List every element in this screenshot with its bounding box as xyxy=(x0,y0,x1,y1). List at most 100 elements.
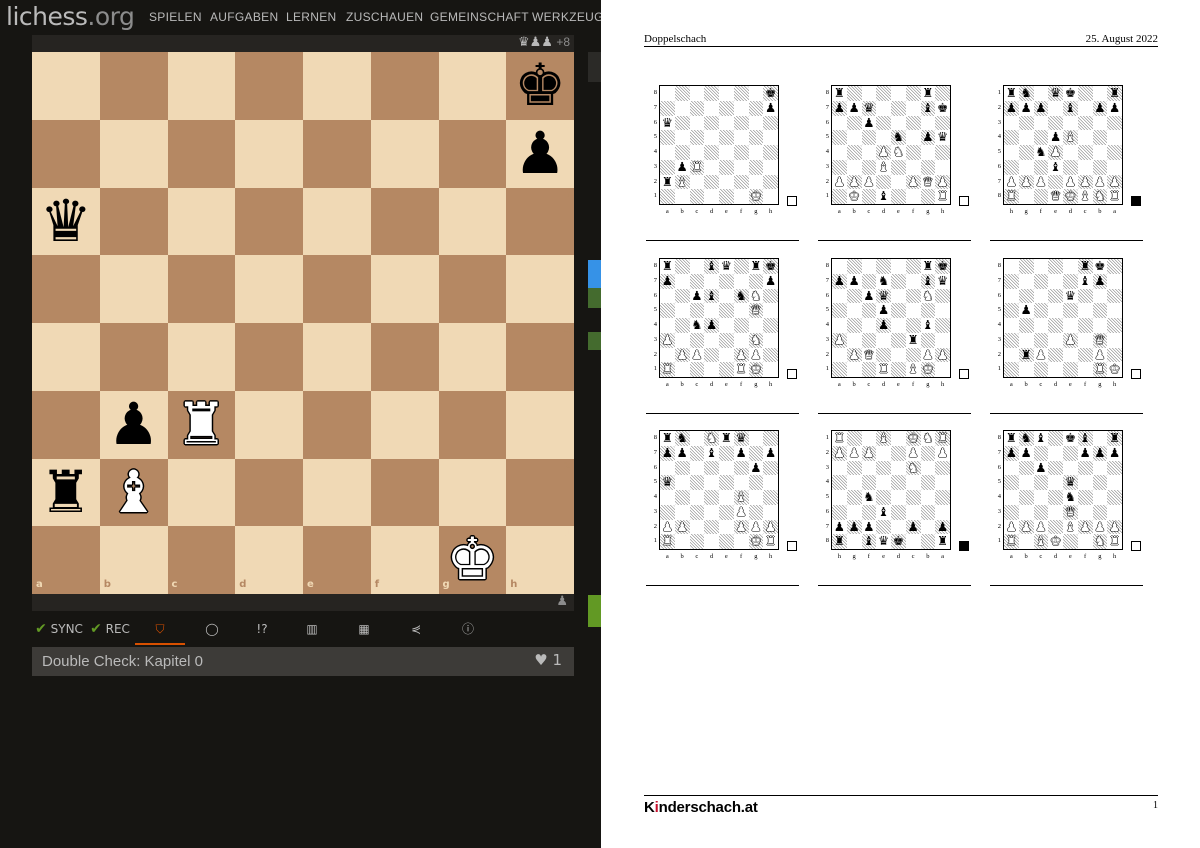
board-square[interactable] xyxy=(438,119,507,188)
black-rook-piece: ♜ xyxy=(833,533,845,549)
board-square[interactable] xyxy=(438,323,507,391)
black-queen-piece[interactable]: ♛ xyxy=(32,187,100,256)
diagram-file-label: b xyxy=(680,208,684,215)
board-square[interactable] xyxy=(99,323,168,391)
board-square[interactable] xyxy=(303,255,371,323)
board-square[interactable] xyxy=(167,255,236,323)
board-square[interactable] xyxy=(32,390,100,459)
rec-toggle[interactable]: ✔ REC xyxy=(89,615,131,645)
like-button[interactable]: ♥ 1 xyxy=(534,651,562,669)
diagram-square xyxy=(719,519,734,535)
white-king-piece[interactable]: ♚ xyxy=(439,525,507,594)
board-square[interactable] xyxy=(99,52,168,120)
analysis-tab[interactable]: ▥ xyxy=(292,615,332,645)
site-logo[interactable]: lichess.org xyxy=(6,2,135,31)
board-square[interactable] xyxy=(32,255,100,323)
diagram-square xyxy=(1107,475,1122,490)
board-square[interactable] xyxy=(99,255,168,323)
board-square[interactable] xyxy=(303,458,371,527)
board-square[interactable] xyxy=(370,458,439,527)
board-square[interactable] xyxy=(370,390,439,459)
board-square[interactable] xyxy=(32,119,100,188)
board-square[interactable] xyxy=(303,119,371,188)
board-square[interactable] xyxy=(235,52,303,120)
board-square[interactable] xyxy=(370,255,439,323)
diagram-square xyxy=(1004,303,1019,318)
diagram-file-label: b xyxy=(852,208,856,215)
comments-tab[interactable]: ◯ xyxy=(192,615,232,645)
board-square[interactable] xyxy=(303,187,371,256)
board-square[interactable] xyxy=(235,255,303,323)
board-square[interactable] xyxy=(438,187,507,256)
board-square[interactable] xyxy=(235,119,303,188)
board-square[interactable] xyxy=(370,52,439,120)
black-pawn-piece[interactable]: ♟ xyxy=(100,390,168,459)
white-bishop-piece[interactable]: ♝ xyxy=(100,458,168,527)
diagram-square xyxy=(704,519,719,535)
black-king-piece[interactable]: ♚ xyxy=(506,51,574,120)
diagram-square xyxy=(920,504,936,520)
board-square[interactable] xyxy=(370,323,439,391)
diagram-square xyxy=(861,460,877,476)
black-pawn-piece: ♟ xyxy=(833,272,845,288)
diagram-square xyxy=(1063,318,1078,333)
nav-werkzeuge[interactable]: WERKZEUGE xyxy=(532,10,601,24)
nav-zuschauen[interactable]: ZUSCHAUEN xyxy=(346,10,423,24)
diagram-square xyxy=(674,189,690,204)
board-square[interactable] xyxy=(167,458,236,527)
board-square[interactable] xyxy=(167,526,236,594)
board-square[interactable] xyxy=(235,187,303,256)
diagram-rank-label: 2 xyxy=(825,448,829,456)
board-square[interactable] xyxy=(99,119,168,188)
tags-tab[interactable]: ⛉ xyxy=(135,615,185,645)
diagram-square xyxy=(861,259,877,274)
board-square[interactable] xyxy=(167,52,236,120)
diagram-square xyxy=(1077,318,1093,333)
white-pawn-piece: ♟ xyxy=(1005,518,1017,534)
black-pawn-piece[interactable]: ♟ xyxy=(506,119,574,188)
board-square[interactable] xyxy=(303,323,371,391)
info-tab[interactable]: ⓘ xyxy=(448,615,488,645)
diagram-square xyxy=(689,273,705,289)
diagram-square xyxy=(891,174,906,190)
board-square[interactable] xyxy=(370,119,439,188)
board-square[interactable] xyxy=(32,52,100,120)
board-square[interactable] xyxy=(303,390,371,459)
diagram-square xyxy=(660,347,675,363)
nav-aufgaben[interactable]: AUFGABEN xyxy=(210,10,278,24)
board-square[interactable] xyxy=(235,390,303,459)
board-square[interactable] xyxy=(438,390,507,459)
board-square[interactable] xyxy=(370,526,439,594)
black-rook-piece[interactable]: ♜ xyxy=(32,458,100,527)
nav-lernen[interactable]: LERNEN xyxy=(286,10,336,24)
board-square[interactable] xyxy=(235,323,303,391)
share-tab[interactable]: ⋞ xyxy=(396,615,436,645)
board-square[interactable] xyxy=(167,323,236,391)
board-square[interactable] xyxy=(370,187,439,256)
board-square[interactable] xyxy=(167,187,236,256)
black-bishop-piece: ♝ xyxy=(1035,430,1047,445)
nav-spielen[interactable]: SPIELEN xyxy=(149,10,202,24)
glyphs-tab[interactable]: !? xyxy=(242,615,282,645)
diagram-square xyxy=(733,115,749,131)
black-rook-piece: ♜ xyxy=(661,258,673,273)
board-square[interactable] xyxy=(167,119,236,188)
white-rook-piece[interactable]: ♜ xyxy=(168,390,236,459)
diagram-file-label: g xyxy=(754,208,758,215)
answer-line xyxy=(818,240,971,241)
diagram-square xyxy=(891,460,906,476)
sync-toggle[interactable]: ✔ SYNC xyxy=(34,615,84,645)
board-square[interactable] xyxy=(99,187,168,256)
board-square[interactable] xyxy=(303,52,371,120)
board-square[interactable] xyxy=(438,458,507,527)
diagram-square xyxy=(1033,86,1049,101)
diagram-square xyxy=(1092,318,1108,333)
boards-tab[interactable]: ▦ xyxy=(344,615,384,645)
board-square[interactable] xyxy=(235,458,303,527)
board-square[interactable] xyxy=(438,52,507,120)
chessboard[interactable]: 8 7 6 5 4 3 2 1 a b c d e f g h ♚ ♟ ♛ ♟ ♜ ♜ ♝ ♚ xyxy=(32,51,574,594)
board-square[interactable] xyxy=(32,323,100,391)
white-pawn-piece: ♟ xyxy=(1094,173,1106,189)
board-square[interactable] xyxy=(438,255,507,323)
nav-gemeinschaft[interactable]: GEMEINSCHAFT xyxy=(430,10,529,24)
